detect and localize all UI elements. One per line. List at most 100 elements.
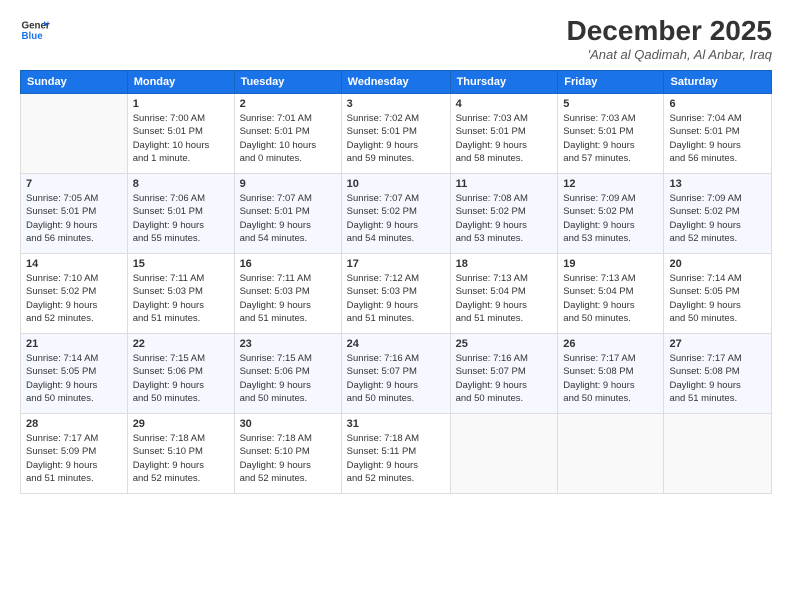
calendar-header-row: Sunday Monday Tuesday Wednesday Thursday… bbox=[21, 71, 772, 94]
day-number: 31 bbox=[347, 418, 445, 430]
table-row: 15Sunrise: 7:11 AM Sunset: 5:03 PM Dayli… bbox=[127, 254, 234, 334]
day-info: Sunrise: 7:06 AM Sunset: 5:01 PM Dayligh… bbox=[133, 192, 229, 245]
day-number: 4 bbox=[456, 98, 553, 110]
header-tuesday: Tuesday bbox=[234, 71, 341, 94]
calendar-week-row: 21 Sunrise: 7:14 AM Sunset: 5:05 PM Dayli… bbox=[21, 334, 772, 414]
day-info: Sunrise: 7:17 AM Sunset: 5:09 PM Dayligh… bbox=[26, 432, 122, 485]
svg-text:Blue: Blue bbox=[22, 31, 44, 42]
table-row bbox=[558, 414, 664, 494]
calendar-table: Sunday Monday Tuesday Wednesday Thursday… bbox=[20, 70, 772, 494]
day-number: 5 bbox=[563, 98, 658, 110]
table-row: 18Sunrise: 7:13 AM Sunset: 5:04 PM Dayli… bbox=[450, 254, 558, 334]
header: General Blue December 2025 'Anat al Qadi… bbox=[20, 15, 772, 62]
table-row: 23 Sunrise: 7:15 AM Sunset: 5:06 PM Dayli… bbox=[234, 334, 341, 414]
day-info: Sunrise: 7:09 AM Sunset: 5:02 PM Dayligh… bbox=[563, 192, 658, 245]
calendar-week-row: 1Sunrise: 7:00 AM Sunset: 5:01 PM Daylig… bbox=[21, 94, 772, 174]
table-row: 24 Sunrise: 7:16 AM Sunset: 5:07 PM Dayli… bbox=[341, 334, 450, 414]
day-number: 12 bbox=[563, 178, 658, 190]
day-info: Sunrise: 7:17 AM Sunset: 5:08 PM Dayligh… bbox=[669, 352, 766, 405]
table-row: 27Sunrise: 7:17 AM Sunset: 5:08 PM Dayli… bbox=[664, 334, 772, 414]
header-saturday: Saturday bbox=[664, 71, 772, 94]
day-info: Sunrise: 7:03 AM Sunset: 5:01 PM Dayligh… bbox=[456, 112, 553, 165]
day-number: 23 bbox=[240, 338, 336, 350]
day-number: 17 bbox=[347, 258, 445, 270]
day-info: Sunrise: 7:10 AM Sunset: 5:02 PM Dayligh… bbox=[26, 272, 122, 325]
day-number: 20 bbox=[669, 258, 766, 270]
day-number: 9 bbox=[240, 178, 336, 190]
table-row: 13Sunrise: 7:09 AM Sunset: 5:02 PM Dayli… bbox=[664, 174, 772, 254]
day-number: 8 bbox=[133, 178, 229, 190]
table-row: 2Sunrise: 7:01 AM Sunset: 5:01 PM Daylig… bbox=[234, 94, 341, 174]
day-number: 10 bbox=[347, 178, 445, 190]
header-monday: Monday bbox=[127, 71, 234, 94]
table-row: 7 Sunrise: 7:05 AM Sunset: 5:01 PM Daylig… bbox=[21, 174, 128, 254]
table-row: 21 Sunrise: 7:14 AM Sunset: 5:05 PM Dayli… bbox=[21, 334, 128, 414]
day-info: Sunrise: 7:12 AM Sunset: 5:03 PM Dayligh… bbox=[347, 272, 445, 325]
table-row bbox=[664, 414, 772, 494]
table-row: 31Sunrise: 7:18 AM Sunset: 5:11 PM Dayli… bbox=[341, 414, 450, 494]
table-row: 9 Sunrise: 7:07 AM Sunset: 5:01 PM Daylig… bbox=[234, 174, 341, 254]
header-sunday: Sunday bbox=[21, 71, 128, 94]
day-info: Sunrise: 7:13 AM Sunset: 5:04 PM Dayligh… bbox=[456, 272, 553, 325]
day-number: 25 bbox=[456, 338, 553, 350]
table-row bbox=[450, 414, 558, 494]
table-row: 28 Sunrise: 7:17 AM Sunset: 5:09 PM Dayli… bbox=[21, 414, 128, 494]
day-number: 11 bbox=[456, 178, 553, 190]
day-number: 7 bbox=[26, 178, 122, 190]
day-info: Sunrise: 7:13 AM Sunset: 5:04 PM Dayligh… bbox=[563, 272, 658, 325]
day-number: 26 bbox=[563, 338, 658, 350]
day-info: Sunrise: 7:07 AM Sunset: 5:01 PM Dayligh… bbox=[240, 192, 336, 245]
day-number: 21 bbox=[26, 338, 122, 350]
day-info: Sunrise: 7:14 AM Sunset: 5:05 PM Dayligh… bbox=[26, 352, 122, 405]
day-number: 28 bbox=[26, 418, 122, 430]
table-row: 26 Sunrise: 7:17 AM Sunset: 5:08 PM Dayli… bbox=[558, 334, 664, 414]
day-info: Sunrise: 7:16 AM Sunset: 5:07 PM Dayligh… bbox=[456, 352, 553, 405]
table-row: 29Sunrise: 7:18 AM Sunset: 5:10 PM Dayli… bbox=[127, 414, 234, 494]
table-row: 8 Sunrise: 7:06 AM Sunset: 5:01 PM Daylig… bbox=[127, 174, 234, 254]
table-row: 5 Sunrise: 7:03 AM Sunset: 5:01 PM Daylig… bbox=[558, 94, 664, 174]
table-row: 6 Sunrise: 7:04 AM Sunset: 5:01 PM Daylig… bbox=[664, 94, 772, 174]
day-info: Sunrise: 7:02 AM Sunset: 5:01 PM Dayligh… bbox=[347, 112, 445, 165]
table-row: 19 Sunrise: 7:13 AM Sunset: 5:04 PM Dayli… bbox=[558, 254, 664, 334]
day-info: Sunrise: 7:04 AM Sunset: 5:01 PM Dayligh… bbox=[669, 112, 766, 165]
table-row: 16 Sunrise: 7:11 AM Sunset: 5:03 PM Dayli… bbox=[234, 254, 341, 334]
day-info: Sunrise: 7:14 AM Sunset: 5:05 PM Dayligh… bbox=[669, 272, 766, 325]
table-row: 17 Sunrise: 7:12 AM Sunset: 5:03 PM Dayli… bbox=[341, 254, 450, 334]
table-row: 12 Sunrise: 7:09 AM Sunset: 5:02 PM Dayli… bbox=[558, 174, 664, 254]
day-info: Sunrise: 7:16 AM Sunset: 5:07 PM Dayligh… bbox=[347, 352, 445, 405]
day-number: 22 bbox=[133, 338, 229, 350]
day-number: 2 bbox=[240, 98, 336, 110]
day-number: 6 bbox=[669, 98, 766, 110]
table-row: 4 Sunrise: 7:03 AM Sunset: 5:01 PM Daylig… bbox=[450, 94, 558, 174]
day-number: 24 bbox=[347, 338, 445, 350]
day-info: Sunrise: 7:05 AM Sunset: 5:01 PM Dayligh… bbox=[26, 192, 122, 245]
calendar-week-row: 28 Sunrise: 7:17 AM Sunset: 5:09 PM Dayli… bbox=[21, 414, 772, 494]
table-row: 25 Sunrise: 7:16 AM Sunset: 5:07 PM Dayli… bbox=[450, 334, 558, 414]
table-row: 10 Sunrise: 7:07 AM Sunset: 5:02 PM Dayli… bbox=[341, 174, 450, 254]
day-info: Sunrise: 7:03 AM Sunset: 5:01 PM Dayligh… bbox=[563, 112, 658, 165]
day-info: Sunrise: 7:07 AM Sunset: 5:02 PM Dayligh… bbox=[347, 192, 445, 245]
calendar-week-row: 7 Sunrise: 7:05 AM Sunset: 5:01 PM Daylig… bbox=[21, 174, 772, 254]
table-row: 22 Sunrise: 7:15 AM Sunset: 5:06 PM Dayli… bbox=[127, 334, 234, 414]
table-row: 30Sunrise: 7:18 AM Sunset: 5:10 PM Dayli… bbox=[234, 414, 341, 494]
table-row: 11Sunrise: 7:08 AM Sunset: 5:02 PM Dayli… bbox=[450, 174, 558, 254]
svg-text:General: General bbox=[22, 21, 51, 32]
title-block: December 2025 'Anat al Qadimah, Al Anbar… bbox=[567, 15, 772, 62]
day-number: 16 bbox=[240, 258, 336, 270]
table-row: 20 Sunrise: 7:14 AM Sunset: 5:05 PM Dayli… bbox=[664, 254, 772, 334]
day-info: Sunrise: 7:11 AM Sunset: 5:03 PM Dayligh… bbox=[240, 272, 336, 325]
day-info: Sunrise: 7:09 AM Sunset: 5:02 PM Dayligh… bbox=[669, 192, 766, 245]
day-info: Sunrise: 7:18 AM Sunset: 5:10 PM Dayligh… bbox=[240, 432, 336, 485]
day-number: 1 bbox=[133, 98, 229, 110]
header-wednesday: Wednesday bbox=[341, 71, 450, 94]
header-thursday: Thursday bbox=[450, 71, 558, 94]
table-row bbox=[21, 94, 128, 174]
day-info: Sunrise: 7:15 AM Sunset: 5:06 PM Dayligh… bbox=[133, 352, 229, 405]
day-info: Sunrise: 7:15 AM Sunset: 5:06 PM Dayligh… bbox=[240, 352, 336, 405]
day-number: 14 bbox=[26, 258, 122, 270]
logo-icon: General Blue bbox=[20, 15, 50, 45]
day-number: 19 bbox=[563, 258, 658, 270]
day-number: 29 bbox=[133, 418, 229, 430]
page: General Blue December 2025 'Anat al Qadi… bbox=[0, 0, 792, 612]
day-info: Sunrise: 7:17 AM Sunset: 5:08 PM Dayligh… bbox=[563, 352, 658, 405]
